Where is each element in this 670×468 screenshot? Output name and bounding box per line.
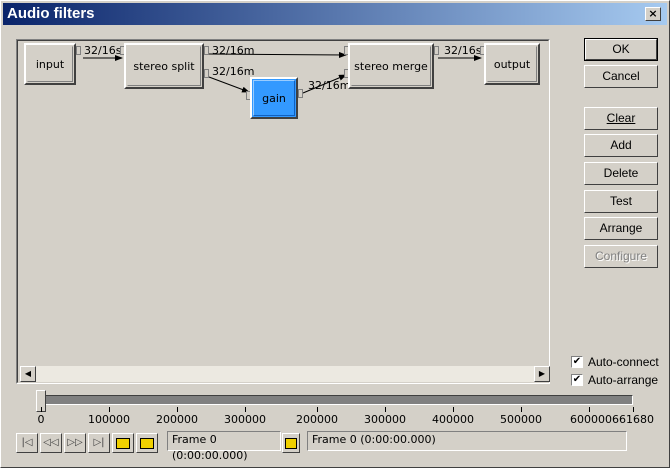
rewind-icon: ◁◁ <box>43 437 59 448</box>
scroll-left-button[interactable]: ◀ <box>20 366 36 382</box>
configure-button-label: Configure <box>594 249 648 263</box>
output-pin[interactable] <box>434 46 439 55</box>
tick-label: 100000 <box>88 413 130 426</box>
connection-label: 32/16s <box>444 44 482 57</box>
filter-graph-canvas[interactable]: input 32/16s stereo split 32/16m 32/16m … <box>16 39 550 384</box>
go-to-start-button[interactable]: |◁ <box>16 433 38 453</box>
next-keyframe-button[interactable]: ▷▷ <box>64 433 86 453</box>
checkmark-icon: ✔ <box>571 356 583 368</box>
connection-label: 32/16m <box>308 79 351 92</box>
arrange-button[interactable]: Arrange <box>584 217 658 240</box>
tick-label: 300000 <box>224 413 266 426</box>
previous-keyframe-button[interactable]: ◁◁ <box>40 433 62 453</box>
cancel-button-label: Cancel <box>602 69 640 83</box>
connection-label: 32/16s <box>84 44 122 57</box>
tick-label: 300000 <box>364 413 406 426</box>
filter-node-gain[interactable]: gain <box>250 77 298 119</box>
connection-label: 32/16m <box>212 44 255 57</box>
ok-button[interactable]: OK <box>584 38 658 61</box>
mark-in-icon <box>116 438 130 449</box>
horizontal-scrollbar[interactable]: ◀ ▶ <box>20 366 550 382</box>
tick-label: 0 <box>37 413 45 426</box>
arrow-left-icon: ◀ <box>24 369 32 378</box>
selection-frame-field: Frame 0 (0:00:00.000) <box>307 431 627 451</box>
add-button[interactable]: Add <box>584 134 658 157</box>
mark-out-icon <box>140 438 154 449</box>
ok-button-label: OK <box>612 42 630 56</box>
close-icon: × <box>648 7 658 20</box>
output-pin[interactable] <box>76 46 81 55</box>
audio-filters-dialog: Audio filters × input 32/16s stereo spli… <box>0 0 670 468</box>
filter-node-input[interactable]: input <box>24 43 76 85</box>
tick-label: 500000 <box>500 413 542 426</box>
mark-in-button[interactable] <box>112 433 134 453</box>
mark-out-button[interactable] <box>136 433 158 453</box>
timeline-track[interactable] <box>41 395 633 405</box>
fast-forward-icon: ▷▷ <box>67 437 83 448</box>
tick-label: 200000 <box>156 413 198 426</box>
delete-button-label: Delete <box>603 166 639 180</box>
filter-node-label: output <box>493 58 531 71</box>
tick-label: 661680 <box>612 413 654 426</box>
connection-label: 32/16m <box>212 65 255 78</box>
tick-label: 200000 <box>296 413 338 426</box>
filter-graph-area: input 32/16s stereo split 32/16m 32/16m … <box>17 40 550 383</box>
mark-icon <box>285 438 297 449</box>
delete-button[interactable]: Delete <box>584 162 658 185</box>
output-pin[interactable] <box>298 89 303 98</box>
close-button[interactable]: × <box>645 7 661 21</box>
go-to-end-button[interactable]: ▷| <box>88 433 110 453</box>
output-pin[interactable] <box>204 69 209 78</box>
skip-start-icon: |◁ <box>21 437 33 448</box>
connection-split-gain <box>208 76 250 93</box>
filter-node-stereo-merge[interactable]: stereo merge <box>348 43 434 89</box>
add-button-label: Add <box>610 138 632 152</box>
output-pin[interactable] <box>204 46 209 55</box>
filter-node-label: stereo split <box>133 60 195 73</box>
scroll-right-button[interactable]: ▶ <box>534 366 550 382</box>
filter-node-label: input <box>35 58 65 71</box>
filter-node-label: stereo merge <box>354 60 428 73</box>
window-title: Audio filters <box>7 5 95 22</box>
auto-connect-label: Auto-connect <box>588 355 659 369</box>
frame-mark-button[interactable] <box>282 433 300 453</box>
test-button[interactable]: Test <box>584 190 658 213</box>
cancel-button[interactable]: Cancel <box>584 65 658 88</box>
clear-button[interactable]: Clear <box>584 107 658 130</box>
test-button-label: Test <box>609 194 632 208</box>
skip-end-icon: ▷| <box>93 437 105 448</box>
auto-arrange-label: Auto-arrange <box>588 373 659 387</box>
filter-node-stereo-split[interactable]: stereo split <box>124 43 204 89</box>
tick-label: 400000 <box>432 413 474 426</box>
tick-label: 600000 <box>570 413 612 426</box>
current-frame-field: Frame 0 (0:00:00.000) <box>167 431 281 462</box>
arrow-right-icon: ▶ <box>538 369 546 378</box>
filter-node-output[interactable]: output <box>484 43 540 85</box>
clear-button-label: Clear <box>606 111 636 125</box>
filter-node-label: gain <box>262 92 286 105</box>
arrange-button-label: Arrange <box>599 221 643 235</box>
checkmark-icon: ✔ <box>571 374 583 386</box>
configure-button[interactable]: Configure <box>584 245 658 268</box>
title-bar: Audio filters × <box>3 3 667 25</box>
